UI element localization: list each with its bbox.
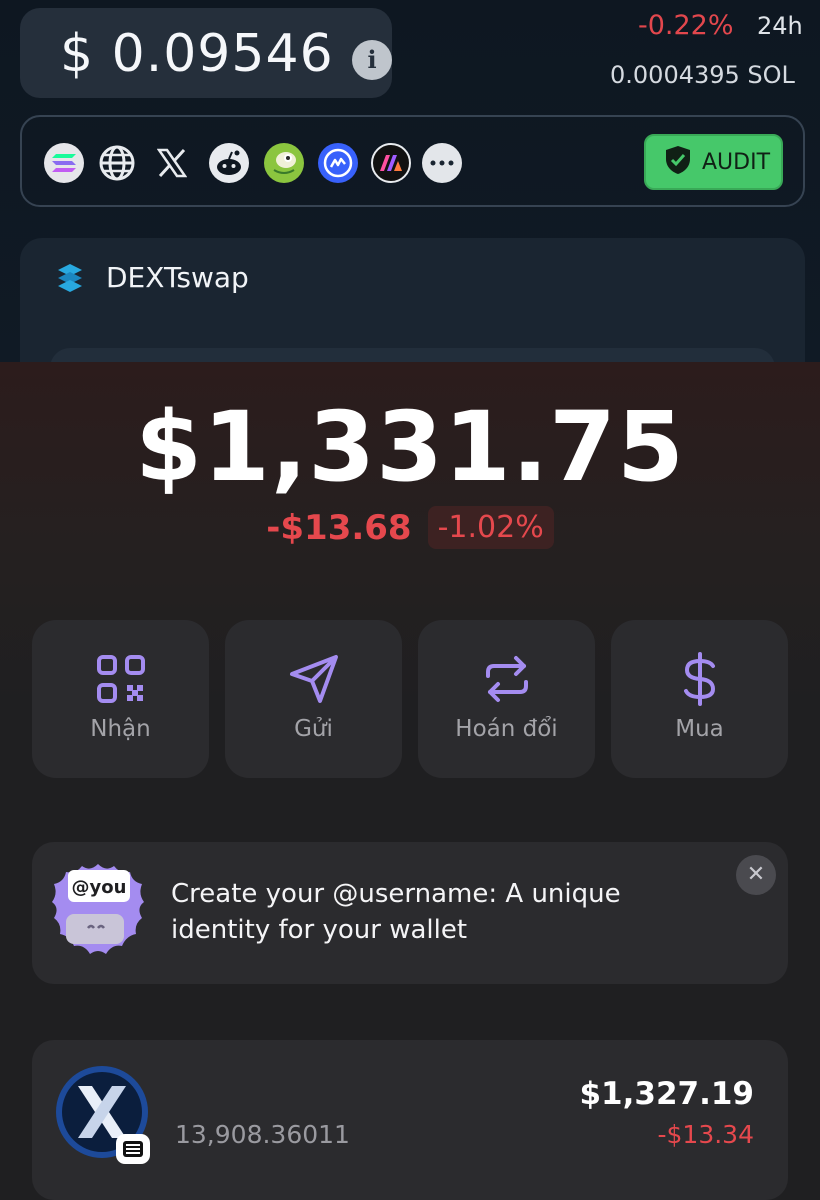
send-label: Gửi [294,716,333,742]
token-price-pill: $ 0.09546 i [20,8,392,98]
period-label[interactable]: 24h [757,12,803,40]
swap-button[interactable]: Hoán đổi [418,620,595,778]
swap-label: Hoán đổi [455,716,558,742]
swap-icon [480,652,534,706]
coinmarketcap-icon[interactable] [318,143,358,183]
price-in-sol: 0.0004395 SOL [610,61,795,89]
buy-button[interactable]: Mua [611,620,788,778]
balance-change-row: -$13.68 -1.02% [0,506,820,549]
balance-change-amount: -$13.68 [266,507,412,548]
send-button[interactable]: Gửi [225,620,402,778]
wallet-panel: $1,331.75 -$13.68 -1.02% Nhận Gửi Hoán đ… [0,362,820,1200]
username-badge-text: @you [72,877,127,898]
dextools-logo-icon [56,264,84,292]
buy-label: Mua [675,716,724,742]
screen: $ 0.09546 i -0.22% 24h 0.0004395 SOL AUD… [0,0,820,1200]
username-promo-text: Create your @username: A unique identity… [171,879,621,945]
audit-label: AUDIT [702,149,771,175]
token-change: -$13.34 [657,1120,755,1149]
token-x-logo-icon [54,1064,154,1164]
close-icon[interactable]: ✕ [736,855,776,895]
reddit-icon[interactable] [209,143,249,183]
send-icon [287,652,341,706]
audit-button[interactable]: AUDIT [644,134,783,190]
solana-icon[interactable] [44,143,84,183]
x-twitter-icon[interactable] [152,143,192,183]
receive-button[interactable]: Nhận [32,620,209,778]
token-row[interactable]: 13,908.36011 $1,327.19 -$13.34 [32,1040,788,1200]
token-price: $ 0.09546 [60,24,334,84]
globe-icon[interactable] [97,143,137,183]
balance-change-percent: -1.02% [427,506,554,549]
total-balance: $1,331.75 [135,391,685,503]
shield-check-icon [664,145,692,179]
receive-label: Nhận [90,716,151,742]
token-value: $1,327.19 [579,1076,754,1112]
qr-code-icon [94,652,148,706]
dextswap-title: DEXTswap [106,261,249,294]
token-amount: 13,908.36011 [175,1120,350,1149]
social-links-bar: AUDIT [20,115,805,207]
app-logo-icon[interactable] [371,143,411,183]
username-promo-banner[interactable]: @you Create your @username: A unique ide… [32,842,788,984]
dollar-icon [673,652,727,706]
token-info-panel: $ 0.09546 i -0.22% 24h 0.0004395 SOL AUD… [0,0,820,438]
username-badge-icon: @you [50,862,146,958]
info-icon[interactable]: i [352,40,392,80]
more-icon[interactable] [422,143,462,183]
price-change-24h: -0.22% [638,10,734,41]
coingecko-icon[interactable] [264,143,304,183]
action-buttons: Nhận Gửi Hoán đổi Mua [32,620,788,778]
